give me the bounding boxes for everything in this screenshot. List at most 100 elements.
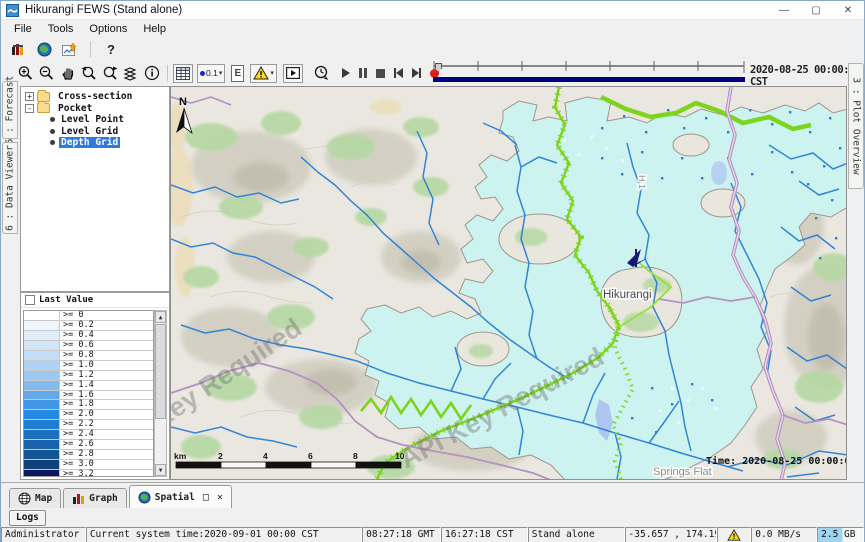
legend-row[interactable]: >= 1.4: [24, 381, 153, 391]
legend-color-swatch: [24, 400, 60, 409]
tree-item-level-grid[interactable]: Level Grid: [21, 126, 169, 138]
play-button[interactable]: [342, 68, 350, 78]
status-memory[interactable]: 2.5 GB: [817, 527, 864, 542]
legend-color-swatch: [24, 391, 60, 400]
legend-row[interactable]: >= 3.2: [24, 470, 153, 477]
tab-restore-icon[interactable]: □: [203, 492, 209, 503]
highway-label: H 1: [637, 175, 647, 189]
pause-button[interactable]: [359, 68, 367, 78]
chevron-down-icon: ▾: [219, 69, 223, 77]
town-label: Hikurangi: [603, 289, 652, 301]
window-title: Hikurangi FEWS (Stand alone): [25, 4, 182, 16]
timeseries-display-button[interactable]: [59, 39, 81, 59]
legend-color-swatch: [24, 331, 60, 340]
bullet-icon: [50, 117, 55, 122]
scroll-down-icon[interactable]: ▼: [155, 464, 166, 476]
logs-button[interactable]: Logs: [9, 510, 46, 526]
svg-text:8: 8: [353, 451, 358, 461]
maximize-button[interactable]: ▢: [800, 1, 832, 19]
map-display-button[interactable]: [33, 39, 55, 59]
sidebar-tab-data-viewer-label: 6 : Data Viewer: [5, 145, 16, 231]
tab-close-icon[interactable]: ✕: [217, 492, 223, 503]
legend-row-label: >= 0: [60, 311, 153, 320]
menu-tools[interactable]: Tools: [41, 22, 81, 36]
status-warning-cell[interactable]: [717, 527, 751, 542]
pan-button[interactable]: [57, 63, 78, 83]
tree-item-pocket[interactable]: - Pocket: [21, 103, 169, 115]
help-button[interactable]: ?: [100, 39, 122, 59]
animation-button[interactable]: [283, 64, 303, 83]
legend-row-label: >= 1.2: [60, 371, 153, 380]
tree-item-depth-grid[interactable]: Depth Grid: [21, 137, 169, 149]
legend-color-swatch: [24, 470, 60, 477]
tab-graph[interactable]: Graph: [63, 488, 127, 508]
sidebar-tab-plot-overview[interactable]: 3 : Plot Overview: [848, 63, 864, 189]
scrollbar-thumb[interactable]: [155, 324, 166, 419]
classification-dropdown[interactable]: 0.1 ▾: [197, 64, 225, 83]
classification-value: 0.1: [206, 68, 218, 78]
labels-button[interactable]: E: [231, 65, 244, 82]
zoom-in-icon: [17, 65, 34, 82]
svg-text:6: 6: [308, 451, 313, 461]
zoom-previous-button[interactable]: [78, 63, 99, 83]
map-canvas: API Key Required API Key Required Hikura…: [171, 87, 847, 480]
warning-triangle-icon: [253, 66, 269, 80]
tab-spatial[interactable]: Spatial □ ✕: [129, 485, 232, 508]
status-system-time: Current system time:2020-09-01 00:00 CST: [86, 527, 362, 542]
tab-map[interactable]: Map: [9, 488, 61, 508]
menu-options[interactable]: Options: [82, 22, 134, 36]
last-value-label: Last Value: [39, 295, 93, 305]
time-slider[interactable]: [433, 61, 745, 85]
database-display-button[interactable]: [7, 39, 29, 59]
scroll-up-icon[interactable]: ▲: [155, 311, 166, 323]
chevron-down-icon: ▾: [270, 69, 274, 77]
tree-item-level-point[interactable]: Level Point: [21, 114, 169, 126]
legend-color-swatch: [24, 430, 60, 439]
application-window: Hikurangi FEWS (Stand alone) — ▢ ✕ File …: [0, 0, 865, 542]
close-button[interactable]: ✕: [832, 1, 864, 19]
playback-controls: [342, 68, 439, 78]
svg-text:4: 4: [263, 451, 268, 461]
menu-help[interactable]: Help: [136, 22, 173, 36]
layers-button[interactable]: [120, 63, 141, 83]
status-gmt-time: 08:27:18 GMT: [362, 527, 441, 542]
area-label: Springs Flat: [653, 466, 712, 478]
legend-row-label: >= 1.4: [60, 381, 153, 390]
toolbar-separator: [167, 65, 168, 81]
bar-chart-icon: [72, 493, 85, 505]
menu-file[interactable]: File: [7, 22, 39, 36]
title-bar: Hikurangi FEWS (Stand alone) — ▢ ✕: [1, 1, 864, 20]
svg-text:10: 10: [395, 451, 405, 461]
legend-color-swatch: [24, 341, 60, 350]
status-coordinates: -35.657 , 174.199: [625, 527, 718, 542]
last-value-checkbox[interactable]: [25, 295, 35, 305]
clock-icon: [313, 65, 329, 81]
grid-display-button[interactable]: [173, 64, 193, 83]
collapse-icon[interactable]: -: [25, 104, 34, 113]
stop-button[interactable]: [376, 69, 385, 78]
legend-row-label: >= 1.0: [60, 361, 153, 370]
step-back-button[interactable]: [394, 68, 403, 78]
legend-color-swatch: [24, 321, 60, 330]
info-button[interactable]: [141, 63, 162, 83]
tree-item-label: Pocket: [56, 103, 94, 114]
expand-icon[interactable]: +: [25, 92, 34, 101]
globe-icon: [138, 491, 151, 504]
sidebar-tab-forecast[interactable]: 5 : Forecast: [2, 81, 18, 139]
minimize-button[interactable]: —: [768, 1, 800, 19]
legend-scrollbar[interactable]: ▲ ▼: [154, 310, 167, 477]
step-forward-button[interactable]: [412, 68, 421, 78]
tree-item-label: Cross-section: [56, 91, 134, 102]
set-time-button[interactable]: [311, 63, 332, 83]
legend-color-swatch: [24, 381, 60, 390]
zoom-out-button[interactable]: [36, 63, 57, 83]
spatial-map-view[interactable]: API Key Required API Key Required Hikura…: [170, 86, 847, 480]
thresholds-warning-dropdown[interactable]: ▾: [250, 64, 277, 83]
wire-globe-icon: [18, 492, 31, 505]
zoom-next-button[interactable]: [99, 63, 120, 83]
sidebar-tab-plot-overview-label: 3 : Plot Overview: [851, 77, 862, 174]
zoom-in-button[interactable]: [15, 63, 36, 83]
pan-hand-icon: [60, 65, 76, 81]
legend-row-label: >= 2.6: [60, 440, 153, 449]
sidebar-tab-data-viewer[interactable]: 6 : Data Viewer: [2, 142, 18, 234]
